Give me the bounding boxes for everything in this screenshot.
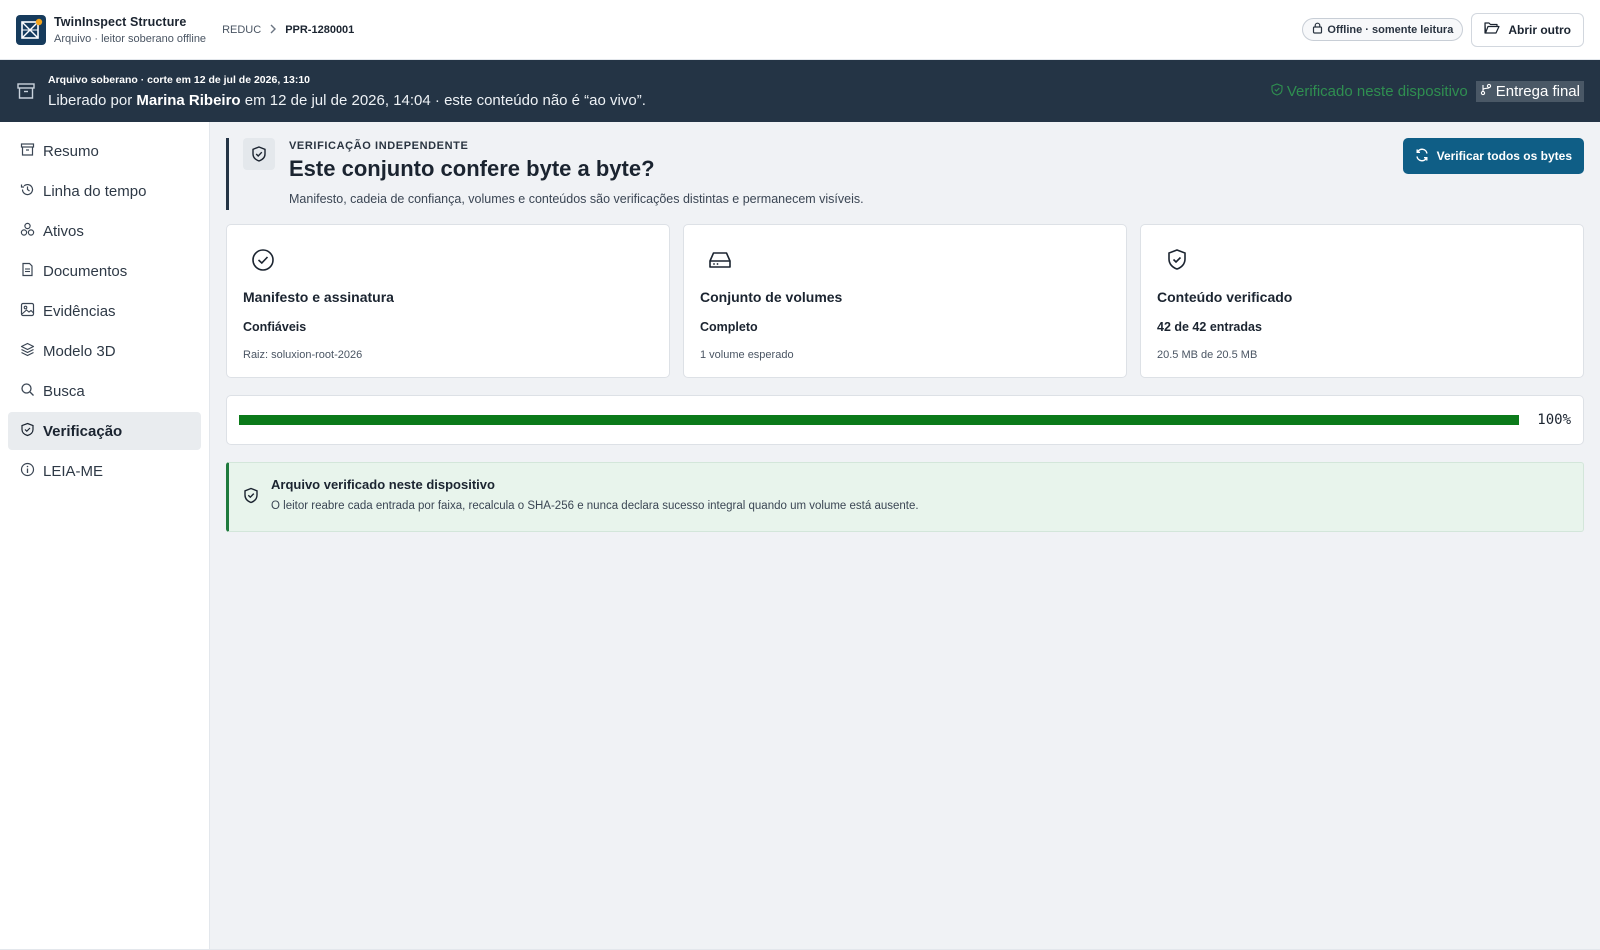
banner-text: Arquivo soberano · corte em 12 de jul de… [48,74,646,109]
sidebar-item-resumo[interactable]: Resumo [8,132,201,170]
shield-check-icon [1271,82,1283,100]
breadcrumb: REDUC PPR-1280001 [222,23,354,37]
progress-fill [239,415,1519,425]
card-volumes: Conjunto de volumes Completo 1 volume es… [683,224,1127,378]
document-icon [20,262,35,281]
page-description: Manifesto, cadeia de confiança, volumes … [289,192,864,206]
banner-verified: Verificado neste dispositivo [1271,83,1468,100]
released-suffix: em 12 de jul de 2026, 14:04 · este conte… [244,91,646,109]
sidebar-item-ativos[interactable]: Ativos [8,212,201,250]
breadcrumb-current: PPR-1280001 [285,23,355,36]
sidebar-item-label: Linha do tempo [43,182,147,200]
card-detail: Raiz: soluxion-root-2026 [243,349,363,361]
card-title: Manifesto e assinatura [243,289,394,305]
folder-open-icon [1484,21,1500,38]
sidebar-item-modelo-3d[interactable]: Modelo 3D [8,332,201,370]
alert-description: O leitor reabre cada entrada por faixa, … [271,500,919,512]
sidebar-item-label: Busca [43,382,85,400]
search-icon [20,382,35,401]
info-icon [20,462,35,481]
banner-status: Verificado neste dispositivo Entrega fin… [1271,80,1584,102]
alert-title: Arquivo verificado neste dispositivo [271,477,495,492]
sidebar-item-label: LEIA-ME [43,462,104,480]
verify-all-bytes-label: Verificar todos os bytes [1436,149,1572,163]
main-content: VERIFICAÇÃO INDEPENDENTE Este conjunto c… [210,122,1600,950]
card-title: Conjunto de volumes [700,289,843,305]
offline-badge-label: Offline · somente leitura [1327,23,1454,36]
archive-icon [20,142,35,161]
card-status: 42 de 42 entradas [1157,320,1262,334]
image-icon [20,302,35,321]
header-actions: Offline · somente leitura Abrir outro [1302,12,1584,47]
sidebar-item-label: Evidências [43,302,116,320]
progress-percent: 100% [1537,412,1571,428]
page-title: Este conjunto confere byte a byte? [289,156,655,181]
sidebar-item-documentos[interactable]: Documentos [8,252,201,290]
brand: TwinInspect Structure Arquivo · leitor s… [54,15,206,45]
twininspect-logo[interactable] [16,14,46,45]
final-delivery-badge: Entrega final [1475,80,1584,102]
verification-header-text: VERIFICAÇÃO INDEPENDENTE Este conjunto c… [289,138,864,210]
card-status: Confiáveis [243,320,307,334]
verified-alert: Arquivo verificado neste dispositivo O l… [226,462,1584,532]
shield-check-icon [243,487,259,509]
banner-cutoff: Arquivo soberano · corte em 12 de jul de… [48,73,311,86]
sidebar-item-label: Ativos [43,222,84,240]
archive-banner: Arquivo soberano · corte em 12 de jul de… [0,60,1600,122]
released-by: Marina Ribeiro [136,91,241,109]
card-content: Conteúdo verificado 42 de 42 entradas 20… [1140,224,1584,378]
verification-eyebrow: VERIFICAÇÃO INDEPENDENTE [289,140,469,152]
shield-check-icon [20,422,35,441]
alert-text: Arquivo verificado neste dispositivo O l… [271,477,919,512]
sidebar-item-label: Modelo 3D [43,342,116,360]
app-subtitle: Arquivo · leitor soberano offline [54,32,207,45]
card-status: Completo [700,320,758,334]
history-icon [20,182,35,201]
check-circle-icon [243,245,653,275]
breadcrumb-root[interactable]: REDUC [222,24,261,36]
sidebar-item-evidencias[interactable]: Evidências [8,292,201,330]
offline-badge: Offline · somente leitura [1302,18,1464,41]
git-branch-icon [1480,83,1492,100]
card-manifest: Manifesto e assinatura Confiáveis Raiz: … [226,224,670,378]
lock-icon [1312,22,1323,37]
verify-all-bytes-button[interactable]: Verificar todos os bytes [1402,138,1584,174]
app-name: TwinInspect Structure [54,14,187,29]
sidebar-item-label: Resumo [43,142,99,160]
open-other-button[interactable]: Abrir outro [1471,12,1584,47]
verification-progress: 100% [226,395,1584,445]
banner-verified-label: Verificado neste dispositivo [1286,82,1468,100]
released-prefix: Liberado por [48,91,133,109]
sidebar-item-verificacao[interactable]: Verificação [8,412,201,450]
progress-track [239,415,1519,425]
layers-icon [20,342,35,361]
boxes-icon [20,222,35,241]
shield-check-icon [243,138,275,170]
banner-release: Liberado por Marina Ribeiro em 12 de jul… [48,92,646,109]
card-detail: 20.5 MB de 20.5 MB [1157,349,1258,361]
sidebar-item-leia-me[interactable]: LEIA-ME [8,452,201,490]
card-detail: 1 volume esperado [700,349,794,361]
sidebar-item-busca[interactable]: Busca [8,372,201,410]
shield-check-icon [1157,245,1567,275]
verification-header: VERIFICAÇÃO INDEPENDENTE Este conjunto c… [226,138,1584,210]
verification-cards: Manifesto e assinatura Confiáveis Raiz: … [226,224,1584,378]
hard-drive-icon [700,245,1110,275]
sidebar-item-label: Verificação [43,422,123,440]
card-title: Conteúdo verificado [1157,289,1293,305]
sidebar-item-linha-do-tempo[interactable]: Linha do tempo [8,172,201,210]
chevron-right-icon [269,23,277,37]
top-bar: TwinInspect Structure Arquivo · leitor s… [0,0,1600,60]
archive-icon [16,81,36,101]
final-delivery-label: Entrega final [1495,82,1580,100]
refresh-icon [1415,148,1429,165]
open-other-label: Abrir outro [1508,22,1571,37]
sidebar: Resumo Linha do tempo Ativos Documentos … [0,122,210,950]
sidebar-item-label: Documentos [43,262,128,280]
